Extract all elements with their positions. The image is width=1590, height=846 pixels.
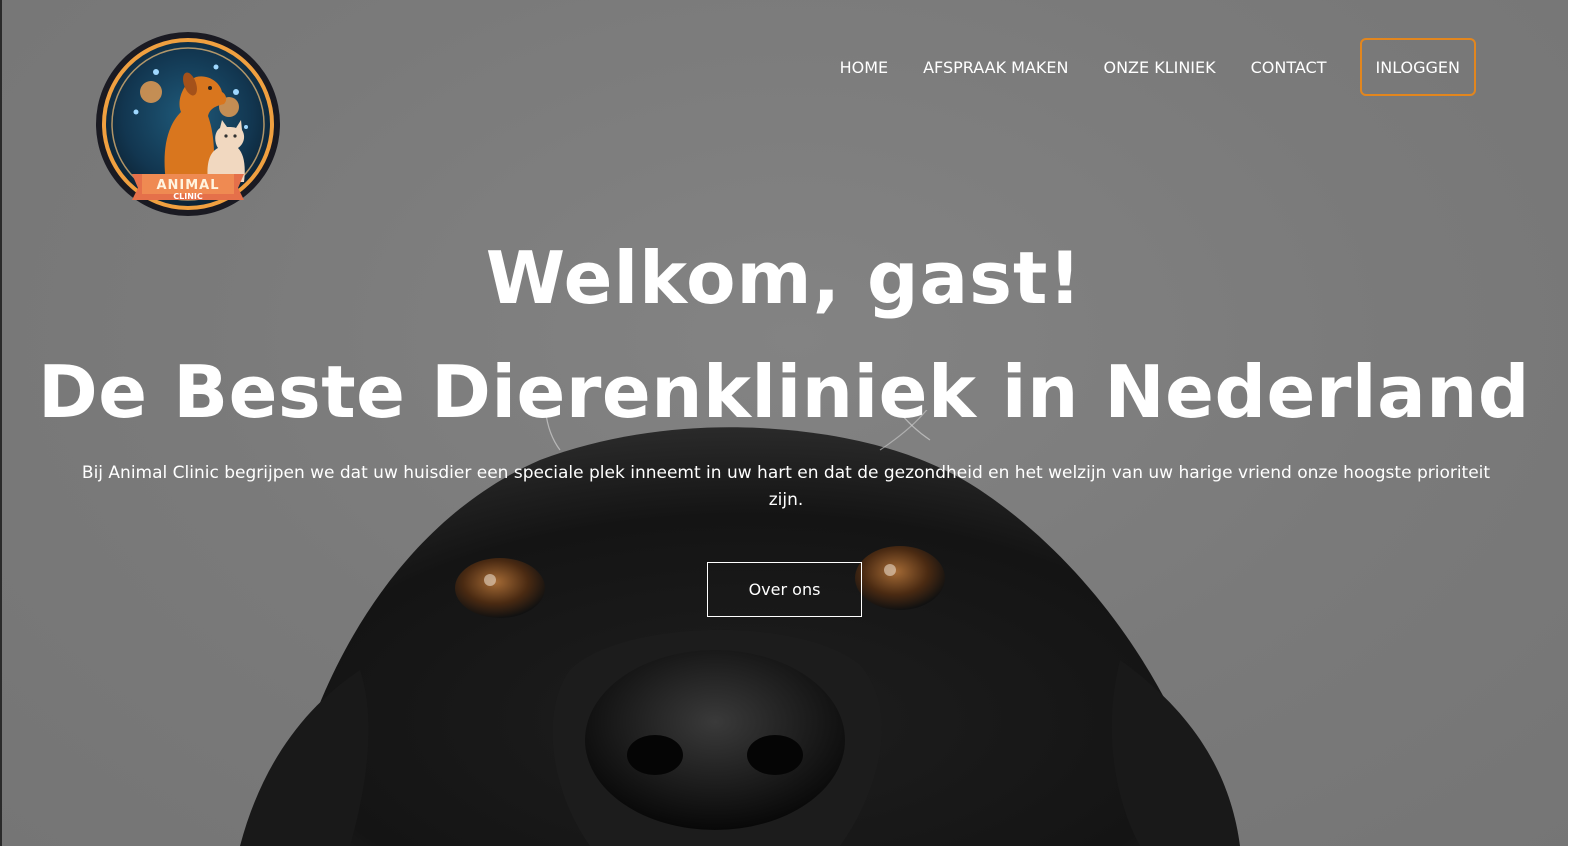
welcome-heading: Welkom, gast! — [485, 236, 1083, 320]
hero-section: ANIMAL CLINIC HOME AFSPRAAK MAKEN ONZE K… — [0, 0, 1590, 846]
nav-home[interactable]: HOME — [840, 58, 889, 77]
nav-contact[interactable]: CONTACT — [1251, 58, 1327, 77]
animal-clinic-logo[interactable]: ANIMAL CLINIC — [96, 32, 280, 216]
login-button[interactable]: INLOGGEN — [1359, 38, 1476, 96]
hero-headline: De Beste Dierenkliniek in Nederland — [38, 350, 1530, 434]
main-navigation: HOME AFSPRAAK MAKEN ONZE KLINIEK CONTACT… — [805, 38, 1476, 96]
nav-afspraak-maken[interactable]: AFSPRAAK MAKEN — [923, 58, 1068, 77]
logo-text-main: ANIMAL — [156, 178, 219, 193]
frame-left-edge — [0, 0, 2, 846]
nav-onze-kliniek[interactable]: ONZE KLINIEK — [1103, 58, 1215, 77]
frame-right-edge — [1568, 0, 1590, 846]
hero-intro-text: Bij Animal Clinic begrijpen we dat uw hu… — [81, 463, 1491, 510]
logo-text-sub: CLINIC — [173, 192, 203, 201]
about-us-button[interactable]: Over ons — [707, 562, 862, 617]
